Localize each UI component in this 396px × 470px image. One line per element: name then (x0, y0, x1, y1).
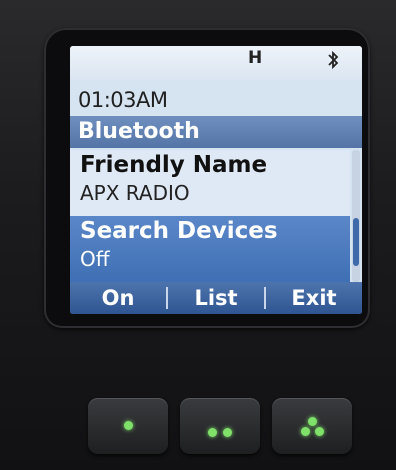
list-item-search-devices[interactable]: Search Devices Off (70, 216, 350, 282)
scrollbar-thumb[interactable] (353, 218, 359, 266)
radio-display: H 01:03AM Bluetooth Friendly Name APX RA… (70, 46, 362, 314)
three-dot-button[interactable] (272, 398, 352, 454)
hardware-button-row (88, 398, 352, 454)
clock-display: 01:03AM (78, 88, 168, 112)
led-dot-icon (223, 428, 232, 437)
signal-indicator: H (248, 48, 263, 68)
led-dot-icon (308, 417, 317, 426)
list-item-value: APX RADIO (80, 181, 190, 205)
led-dot-icon (124, 421, 133, 430)
two-dot-button[interactable] (180, 398, 260, 454)
menu-title: Bluetooth (70, 116, 362, 148)
scrollbar[interactable] (352, 150, 360, 282)
led-dot-icon (301, 427, 310, 436)
list-item-friendly-name[interactable]: Friendly Name APX RADIO (70, 150, 350, 214)
softkey-on[interactable]: On (70, 286, 166, 310)
status-bar: H (70, 46, 362, 80)
list-item-value: Off (80, 247, 110, 271)
led-dot-icon (315, 427, 324, 436)
bluetooth-icon (326, 50, 340, 75)
settings-list: Friendly Name APX RADIO Search Devices O… (70, 150, 350, 282)
one-dot-button[interactable] (88, 398, 168, 454)
softkey-list[interactable]: List (168, 286, 264, 310)
led-dot-icon (208, 428, 217, 437)
softkey-bar: On List Exit (70, 282, 362, 314)
list-item-label: Search Devices (80, 218, 278, 244)
list-item-label: Friendly Name (80, 152, 268, 178)
softkey-exit[interactable]: Exit (266, 286, 362, 310)
